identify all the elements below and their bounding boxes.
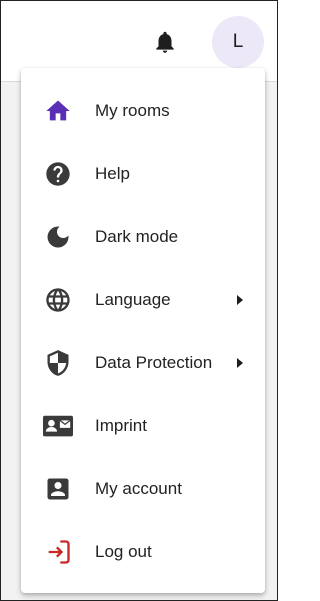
menu-item-my-rooms[interactable]: My rooms (21, 79, 265, 142)
menu-item-log-out[interactable]: Log out (21, 520, 265, 583)
menu-item-help[interactable]: Help (21, 142, 265, 205)
submenu-arrow-icon (235, 356, 245, 370)
menu-item-label: Log out (95, 541, 152, 561)
menu-item-label: Data Protection (95, 352, 213, 372)
avatar-initial: L (232, 31, 244, 52)
bell-icon[interactable] (152, 29, 178, 55)
menu-item-label: Imprint (95, 415, 147, 435)
avatar[interactable]: L (212, 16, 264, 68)
menu-item-label: Help (95, 163, 130, 183)
logout-icon (43, 537, 73, 567)
home-icon (43, 96, 73, 126)
menu-item-my-account[interactable]: My account (21, 457, 265, 520)
app-frame: L My rooms Help Dark mode Language Data … (0, 0, 278, 601)
menu-item-dark-mode[interactable]: Dark mode (21, 205, 265, 268)
menu-item-imprint[interactable]: Imprint (21, 394, 265, 457)
globe-icon (43, 285, 73, 315)
user-menu: My rooms Help Dark mode Language Data Pr… (21, 68, 265, 593)
submenu-arrow-icon (235, 293, 245, 307)
account-box-icon (43, 474, 73, 504)
moon-icon (43, 222, 73, 252)
menu-item-label: My account (95, 478, 182, 498)
menu-item-label: Dark mode (95, 226, 179, 246)
menu-item-label: Language (95, 289, 171, 309)
help-circle-icon (43, 159, 73, 189)
shield-icon (43, 348, 73, 378)
menu-item-label: My rooms (95, 100, 170, 120)
menu-item-language[interactable]: Language (21, 268, 265, 331)
contact-card-icon (43, 411, 73, 441)
menu-item-data-protection[interactable]: Data Protection (21, 331, 265, 394)
